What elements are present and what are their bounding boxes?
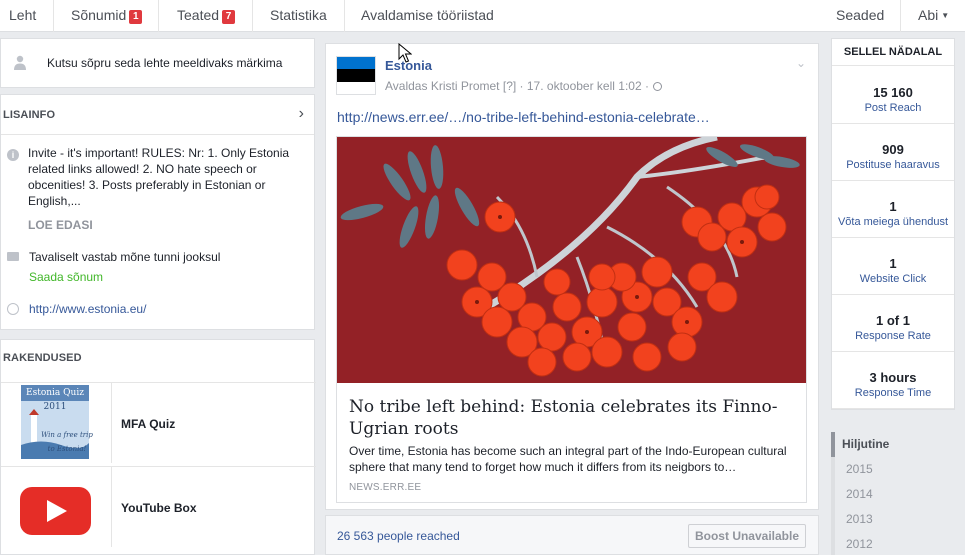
chevron-right-icon[interactable]: › bbox=[299, 105, 304, 123]
timeline-item-2012[interactable]: 2012 bbox=[831, 532, 955, 555]
read-more-link[interactable]: LOE EDASI bbox=[28, 218, 93, 232]
website-link[interactable]: http://www.estonia.eu/ bbox=[29, 302, 146, 316]
nav-tab-publishing-tools[interactable]: Avaldamise tööriistad bbox=[361, 0, 494, 32]
stats-title: SELLEL NÄDALAL bbox=[832, 39, 954, 66]
people-reached-link[interactable]: 26 563 people reached bbox=[337, 529, 460, 543]
stat-label[interactable]: Website Click bbox=[832, 273, 954, 285]
link-preview-card[interactable]: No tribe left behind: Estonia celebrates… bbox=[336, 136, 807, 503]
stat-value: 1 bbox=[889, 256, 897, 271]
nav-tab-leht[interactable]: Leht bbox=[9, 0, 36, 32]
author-prefix: Avaldas bbox=[385, 79, 428, 93]
stat-value: 3 hours bbox=[869, 370, 917, 385]
timeline-item-2013[interactable]: 2013 bbox=[831, 507, 955, 532]
nav-tab-statistics[interactable]: Statistika bbox=[270, 0, 327, 32]
svg-text:to Estonia!: to Estonia! bbox=[48, 445, 87, 453]
quiz-thumbnail-image: Estonia Quiz 2011 Win a free trip to Est… bbox=[21, 385, 93, 459]
quiz-thumbnail: Estonia Quiz 2011 Win a free trip to Est… bbox=[1, 383, 112, 463]
apps-title: RAKENDUSED bbox=[3, 352, 82, 364]
nav-tab-label: Sõnumid bbox=[71, 7, 127, 23]
rowan-berries-image bbox=[337, 137, 806, 383]
link-card-source: NEWS.ERR.EE bbox=[349, 482, 422, 493]
chevron-down-icon: ▼ bbox=[941, 11, 950, 20]
estonia-flag-avatar[interactable] bbox=[336, 56, 376, 95]
invite-friends-text: Kutsu sõpru seda lehte meeldivaks märkim… bbox=[47, 56, 283, 70]
about-description: Invite - it's important! RULES: Nr: 1. O… bbox=[28, 146, 290, 208]
nav-divider bbox=[53, 0, 54, 32]
weekly-stats-panel: SELLEL NÄDALAL 15 160 Post Reach 909 Pos… bbox=[831, 38, 955, 410]
quiz-thumb-year: 2011 bbox=[44, 402, 67, 412]
boost-unavailable-button[interactable]: Boost Unavailable bbox=[688, 524, 806, 548]
nav-settings-label: Seaded bbox=[836, 7, 885, 23]
message-icon bbox=[7, 252, 19, 261]
nav-divider bbox=[252, 0, 253, 32]
nav-help-label: Abi bbox=[918, 7, 939, 23]
nav-help[interactable]: Abi ▼ bbox=[918, 0, 949, 32]
post-footer: 26 563 people reached Boost Unavailable bbox=[325, 515, 819, 555]
response-time-text: Tavaliselt vastab mõne tunni jooksul bbox=[29, 250, 221, 264]
stat-response-time[interactable]: 3 hours Response Time bbox=[832, 352, 954, 409]
apps-section: RAKENDUSED Estonia Quiz 2011 Win a free … bbox=[0, 339, 316, 555]
post-link[interactable]: http://news.err.ee/…/no-tribe-left-behin… bbox=[337, 109, 710, 125]
youtube-play-icon bbox=[20, 487, 91, 535]
stat-label[interactable]: Response Time bbox=[832, 387, 954, 399]
stat-website-click[interactable]: 1 Website Click bbox=[832, 238, 954, 295]
timeline-item-2015[interactable]: 2015 bbox=[831, 457, 955, 482]
stat-contact[interactable]: 1 Võta meiega ühendust bbox=[832, 181, 954, 238]
send-message-link[interactable]: Saada sõnum bbox=[29, 270, 103, 284]
nav-tab-label: Statistika bbox=[270, 7, 327, 23]
nav-tab-label: Avaldamise tööriistad bbox=[361, 7, 494, 23]
info-icon: i bbox=[7, 149, 19, 161]
mouse-cursor-icon bbox=[398, 43, 412, 63]
nav-tab-label: Teated bbox=[177, 7, 220, 23]
app-name: YouTube Box bbox=[121, 501, 197, 515]
link-card-description: Over time, Estonia has become such an in… bbox=[349, 444, 787, 474]
nav-divider bbox=[900, 0, 901, 32]
globe-icon bbox=[7, 303, 19, 315]
quiz-thumb-title: Estonia Quiz bbox=[26, 388, 84, 398]
about-title: LISAINFO bbox=[3, 109, 56, 121]
stat-value: 15 160 bbox=[873, 85, 913, 100]
globe-icon bbox=[652, 82, 662, 91]
top-navigation: Leht Sõnumid 1 Teated 7 Statistika Avaldam… bbox=[0, 0, 965, 32]
nav-divider bbox=[344, 0, 345, 32]
post-author[interactable]: Kristi Promet bbox=[431, 79, 500, 93]
app-row-mfa-quiz[interactable]: Estonia Quiz 2011 Win a free trip to Est… bbox=[1, 382, 316, 464]
link-card-title[interactable]: No tribe left behind: Estonia celebrates… bbox=[349, 396, 789, 440]
notifications-badge: 7 bbox=[222, 10, 236, 24]
person-icon bbox=[14, 55, 26, 70]
nav-tab-label: Leht bbox=[9, 7, 37, 23]
youtube-thumbnail bbox=[1, 467, 112, 547]
svg-text:Win a free trip: Win a free trip bbox=[41, 431, 93, 439]
stat-value: 1 bbox=[889, 199, 897, 214]
post-date[interactable]: 17. oktoober kell 1:02 bbox=[527, 79, 642, 93]
stat-engagement[interactable]: 909 Postituse haaravus bbox=[832, 124, 954, 181]
invite-friends-row[interactable]: Kutsu sõpru seda lehte meeldivaks märkim… bbox=[0, 38, 315, 88]
nav-divider bbox=[158, 0, 159, 32]
timeline-item-recent[interactable]: Hiljutine bbox=[831, 432, 955, 457]
stat-value: 909 bbox=[882, 142, 904, 157]
nav-tab-notifications[interactable]: Teated 7 bbox=[177, 0, 236, 32]
divider bbox=[1, 134, 314, 135]
chevron-down-icon[interactable]: ⌄ bbox=[796, 56, 806, 70]
author-badge[interactable]: [?] bbox=[503, 79, 516, 93]
nav-tab-messages[interactable]: Sõnumid 1 bbox=[71, 0, 143, 32]
nav-settings[interactable]: Seaded bbox=[836, 0, 884, 32]
stat-label[interactable]: Võta meiega ühendust bbox=[832, 216, 954, 228]
timeline-item-2014[interactable]: 2014 bbox=[831, 482, 955, 507]
about-section: LISAINFO › i Invite - it's important! RU… bbox=[0, 94, 315, 330]
post-meta: Avaldas Kristi Promet [?] · 17. oktoober… bbox=[385, 79, 662, 93]
stat-post-reach[interactable]: 15 160 Post Reach bbox=[832, 67, 954, 124]
stat-label[interactable]: Response Rate bbox=[832, 330, 954, 342]
app-name: MFA Quiz bbox=[121, 417, 176, 431]
messages-badge: 1 bbox=[129, 10, 143, 24]
stat-label[interactable]: Postituse haaravus bbox=[832, 159, 954, 171]
stat-response-rate[interactable]: 1 of 1 Response Rate bbox=[832, 295, 954, 352]
app-row-youtube-box[interactable]: YouTube Box bbox=[1, 466, 316, 548]
post-card: Estonia Avaldas Kristi Promet [?] · 17. … bbox=[325, 43, 819, 510]
stat-value: 1 of 1 bbox=[876, 313, 910, 328]
stat-label[interactable]: Post Reach bbox=[832, 102, 954, 114]
